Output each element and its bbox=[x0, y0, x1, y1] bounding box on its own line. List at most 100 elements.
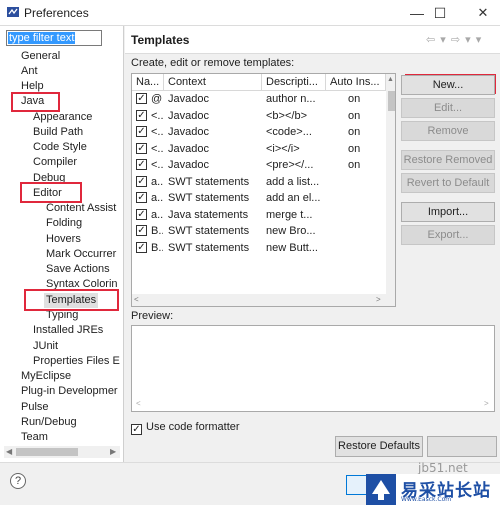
apply-button[interactable] bbox=[427, 436, 497, 457]
row-context: Javadoc bbox=[168, 142, 209, 155]
templates-page: Templates ⇦ ▾ ⇨ ▾ ▾ Create, edit or remo… bbox=[125, 26, 500, 462]
scroll-left-icon[interactable]: < bbox=[136, 399, 141, 408]
watermark-brand-url: Www.Easck.Com bbox=[401, 496, 452, 503]
tree-item-appearance[interactable]: Appearance bbox=[33, 110, 92, 125]
scroll-thumb[interactable] bbox=[16, 448, 78, 456]
tree-item-general[interactable]: General bbox=[21, 49, 60, 64]
close-button[interactable]: ✕ bbox=[468, 0, 498, 26]
row-checkbox[interactable]: ✓ bbox=[136, 109, 147, 121]
table-horizontal-scrollbar[interactable]: < > bbox=[132, 294, 395, 306]
row-context: Javadoc bbox=[168, 126, 209, 138]
row-auto-insert: on bbox=[348, 142, 361, 155]
row-name: B.. bbox=[151, 225, 163, 237]
tree-item-save-actions[interactable]: Save Actions bbox=[46, 262, 110, 277]
row-checkbox[interactable]: ✓ bbox=[136, 208, 147, 220]
tree-item-folding[interactable]: Folding bbox=[46, 216, 82, 231]
table-row[interactable]: ✓ a.. SWT statements add a list... bbox=[132, 174, 386, 191]
watermark-logo: 易采站长站 Www.Easck.Com bbox=[366, 474, 500, 505]
row-description: new Butt... bbox=[266, 241, 318, 254]
tree-item-code-style[interactable]: Code Style bbox=[33, 140, 87, 155]
scroll-up-icon[interactable]: ▲ bbox=[387, 76, 394, 83]
table-row[interactable]: ✓ a.. SWT statements add an el... bbox=[132, 190, 386, 207]
column-name[interactable]: Na... bbox=[132, 74, 164, 91]
scroll-left-icon[interactable]: < bbox=[134, 294, 139, 306]
highlight-box-editor bbox=[20, 182, 82, 203]
table-row[interactable]: ✓ <.. Javadoc <pre></... on bbox=[132, 157, 386, 174]
row-description: add a list... bbox=[266, 175, 320, 188]
table-row[interactable]: ✓ a.. Java statements merge t... bbox=[132, 207, 386, 224]
table-row[interactable]: ✓ B.. SWT statements new Butt... bbox=[132, 240, 386, 257]
table-row[interactable]: ✓ <.. Javadoc <i></i> on bbox=[132, 141, 386, 158]
tree-item-content-assist[interactable]: Content Assist bbox=[46, 201, 116, 216]
row-description: <pre></... bbox=[266, 159, 314, 171]
row-checkbox[interactable]: ✓ bbox=[136, 192, 147, 203]
remove-button[interactable]: Remove bbox=[401, 121, 495, 141]
window-title: Preferences bbox=[24, 6, 89, 20]
row-checkbox[interactable]: ✓ bbox=[136, 159, 147, 170]
export-button[interactable]: Export... bbox=[401, 225, 495, 245]
tree-item-pulse[interactable]: Pulse bbox=[21, 400, 49, 415]
tree-item-build-path[interactable]: Build Path bbox=[33, 125, 83, 140]
new-button[interactable]: New... bbox=[401, 75, 495, 95]
tree-item-installed-jres[interactable]: Installed JREs bbox=[33, 323, 103, 338]
row-description: add an el... bbox=[266, 192, 321, 204]
scroll-right-icon[interactable]: > bbox=[376, 294, 381, 306]
table-vertical-scrollbar[interactable]: ▲ bbox=[386, 74, 395, 294]
use-code-formatter-option[interactable]: ✓ Use code formatter bbox=[131, 420, 240, 435]
column-context[interactable]: Context bbox=[164, 74, 262, 91]
scroll-right-icon[interactable]: ▶ bbox=[110, 446, 116, 458]
tree-item-compiler[interactable]: Compiler bbox=[33, 155, 77, 170]
table-row[interactable]: ✓ @ Javadoc author n... on bbox=[132, 91, 386, 108]
row-auto-insert: on bbox=[348, 159, 361, 171]
scroll-thumb[interactable] bbox=[388, 91, 395, 111]
row-auto-insert bbox=[348, 207, 378, 223]
tree-item-hovers[interactable]: Hovers bbox=[46, 232, 81, 247]
row-description: merge t... bbox=[266, 208, 313, 221]
preview-area[interactable]: < > bbox=[131, 325, 495, 412]
restore-removed-button[interactable]: Restore Removed bbox=[401, 150, 495, 170]
maximize-button[interactable]: ☐ bbox=[428, 0, 452, 26]
table-row[interactable]: ✓ <.. Javadoc <code>... on bbox=[132, 124, 386, 141]
row-context: Javadoc bbox=[168, 93, 209, 105]
highlight-box-templates bbox=[24, 289, 119, 311]
tree-item-team[interactable]: Team bbox=[21, 430, 48, 445]
column-description[interactable]: Descripti... bbox=[262, 74, 326, 91]
restore-defaults-button[interactable]: Restore Defaults bbox=[335, 436, 423, 457]
table-row[interactable]: ✓ B.. SWT statements new Bro... bbox=[132, 223, 386, 240]
edit-button[interactable]: Edit... bbox=[401, 98, 495, 118]
row-name: B.. bbox=[151, 241, 163, 254]
tree-item-junit[interactable]: JUnit bbox=[33, 339, 58, 354]
row-description: <code>... bbox=[266, 126, 312, 138]
revert-to-default-button[interactable]: Revert to Default bbox=[401, 173, 495, 193]
row-checkbox[interactable]: ✓ bbox=[136, 225, 147, 236]
minimize-button[interactable]: — bbox=[406, 0, 428, 26]
tree-item-run-debug[interactable]: Run/Debug bbox=[21, 415, 77, 430]
row-checkbox[interactable]: ✓ bbox=[136, 126, 147, 137]
row-checkbox[interactable]: ✓ bbox=[136, 142, 147, 154]
history-nav-icons[interactable]: ⇦ ▾ ⇨ ▾ ▾ bbox=[426, 33, 482, 46]
scroll-left-icon[interactable]: ◀ bbox=[6, 446, 12, 458]
help-icon[interactable]: ? bbox=[10, 473, 26, 489]
row-checkbox[interactable]: ✓ bbox=[136, 93, 147, 104]
tree-item-mark-occurrences[interactable]: Mark Occurrer bbox=[46, 247, 116, 262]
row-name: <.. bbox=[151, 159, 163, 171]
row-auto-insert bbox=[348, 190, 378, 206]
import-button[interactable]: Import... bbox=[401, 202, 495, 222]
row-checkbox[interactable]: ✓ bbox=[136, 175, 147, 187]
preference-tree: type filter text General Ant Help Java A… bbox=[0, 26, 124, 462]
tree-horizontal-scrollbar[interactable]: ◀ ▶ bbox=[4, 446, 120, 458]
table-row[interactable]: ✓ <.. Javadoc <b></b> on bbox=[132, 108, 386, 125]
row-name: a.. bbox=[151, 175, 163, 188]
tree-item-ant[interactable]: Ant bbox=[21, 64, 38, 79]
row-name: a.. bbox=[151, 208, 163, 221]
tree-item-properties-files-editor[interactable]: Properties Files E bbox=[33, 354, 120, 369]
scroll-right-icon[interactable]: > bbox=[484, 399, 489, 408]
row-checkbox[interactable]: ✓ bbox=[136, 241, 147, 253]
use-code-formatter-checkbox[interactable]: ✓ bbox=[131, 424, 142, 435]
tree-item-plugin-development[interactable]: Plug-in Developmer bbox=[21, 384, 118, 399]
column-auto-insert[interactable]: Auto Ins... bbox=[326, 74, 386, 91]
eclipse-app-icon bbox=[7, 7, 19, 17]
filter-input[interactable]: type filter text bbox=[6, 30, 102, 46]
tree-item-myeclipse[interactable]: MyEclipse bbox=[21, 369, 71, 384]
easck-logo-icon bbox=[366, 474, 396, 505]
